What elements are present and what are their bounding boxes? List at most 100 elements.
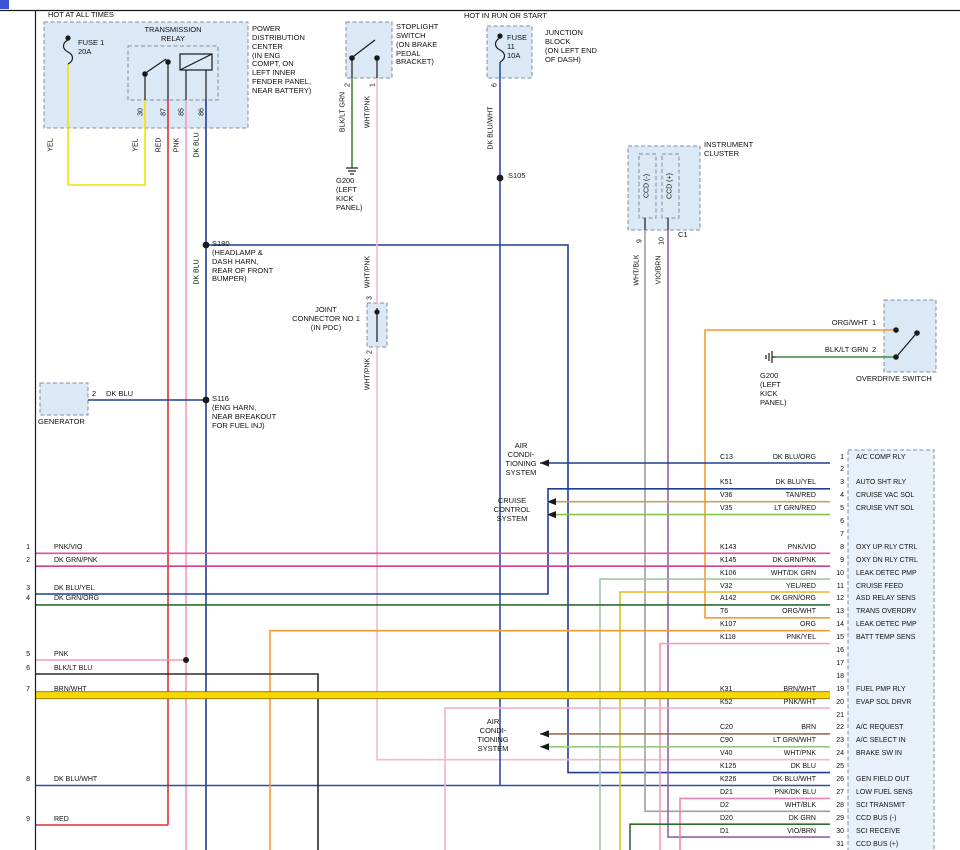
ground-g200-left-label: G200 (LEFT KICK PANEL) bbox=[336, 177, 363, 212]
pcm-row-label: SCI RECEIVE bbox=[856, 828, 900, 835]
pcm-pin-number: 25 bbox=[818, 763, 844, 770]
wire-label-viobrn: VIO/BRN bbox=[656, 256, 663, 285]
wire-label-dkblu-a: DK BLU bbox=[194, 132, 201, 157]
pcm-row-wire-color: DK BLU/WHT bbox=[736, 776, 816, 783]
relay-pin-85: 85 bbox=[179, 108, 186, 116]
pcm-pin-number: 13 bbox=[818, 608, 844, 615]
pcm-row-label: A/C SELECT IN bbox=[856, 737, 906, 744]
cruise-system-label: CRUISE CONTROL SYSTEM bbox=[490, 497, 534, 524]
wire-blkltblu bbox=[36, 674, 318, 850]
wire-label-red: RED bbox=[156, 138, 163, 153]
pcm-row-label: GEN FIELD OUT bbox=[856, 776, 910, 783]
pcm-row-label: ASD RELAY SENS bbox=[856, 595, 916, 602]
pcm-pin-number: 15 bbox=[818, 634, 844, 641]
pcm-row-circuit: D1 bbox=[720, 828, 729, 835]
joint-connector-title: JOINT CONNECTOR NO 1 (IN PDC) bbox=[288, 306, 364, 333]
wire-row3 bbox=[36, 489, 830, 594]
generator-box bbox=[40, 383, 88, 415]
pcm-row-label: OXY UP RLY CTRL bbox=[856, 544, 917, 551]
relay-pin-86: 86 bbox=[199, 108, 206, 116]
pcm-pin-number: 24 bbox=[818, 750, 844, 757]
pcm-row-label: OXY DN RLY CTRL bbox=[856, 557, 918, 564]
pcm-row-wire-color: TAN/RED bbox=[736, 492, 816, 499]
junction-pin-6: 6 bbox=[492, 83, 499, 87]
generator-label: GENERATOR bbox=[38, 418, 85, 427]
pcm-row-wire-color: DK GRN/PNK bbox=[736, 557, 816, 564]
pcm-pin-number: 4 bbox=[818, 492, 844, 499]
pcm-pin-number: 6 bbox=[818, 518, 844, 525]
stoplight-switch-box bbox=[346, 22, 392, 78]
pcm-pin-number: 8 bbox=[818, 544, 844, 551]
junction-block-title: JUNCTION BLOCK (ON LEFT END OF DASH) bbox=[545, 29, 597, 64]
wire-row10 bbox=[600, 579, 830, 850]
stoplight-pin-2: 2 bbox=[345, 83, 352, 87]
pcm-pin-number: 27 bbox=[818, 789, 844, 796]
pcm-row-label: BRAKE SW IN bbox=[856, 750, 902, 757]
wire-label-whtpnk-c: WHT/PNK bbox=[365, 358, 372, 390]
pcm-row-circuit: C90 bbox=[720, 737, 733, 744]
hot-at-all-times-label: HOT AT ALL TIMES bbox=[48, 11, 114, 20]
pcm-row-circuit: K118 bbox=[720, 634, 736, 641]
pcm-row-circuit: V32 bbox=[720, 583, 732, 590]
splice-s180-dot bbox=[203, 242, 209, 248]
pcm-pin-number: 31 bbox=[818, 841, 844, 848]
joint-pin-3: 3 bbox=[367, 296, 374, 300]
left-wire-number: 8 bbox=[18, 776, 30, 783]
fuse1-terminal-dot bbox=[66, 36, 70, 40]
left-wire-number: 2 bbox=[18, 557, 30, 564]
pcm-row-label: CRUISE VNT SOL bbox=[856, 505, 914, 512]
stoplight-pin-1: 1 bbox=[370, 83, 377, 87]
pcm-pin-number: 20 bbox=[818, 699, 844, 706]
pcm-pin-number: 29 bbox=[818, 815, 844, 822]
left-wire-label: DK GRN/PNK bbox=[54, 557, 98, 564]
left-wire-number: 5 bbox=[18, 651, 30, 658]
pcm-row-circuit: D20 bbox=[720, 815, 733, 822]
ac-arrow-3 bbox=[540, 743, 549, 750]
pcm-row-circuit: D2 bbox=[720, 802, 729, 809]
splice-s116-label: S116 (ENG HARN, NEAR BREAKOUT FOR FUEL I… bbox=[212, 395, 276, 430]
pcm-row-wire-color: BRN bbox=[736, 724, 816, 731]
splice-s105-dot bbox=[497, 175, 503, 181]
pcm-row-wire-color: BRN/WHT bbox=[736, 686, 816, 693]
overdrive-pin1: 1 bbox=[872, 319, 876, 328]
pcm-row-circuit: V35 bbox=[720, 505, 732, 512]
left-wire-label: DK BLU/WHT bbox=[54, 776, 97, 783]
pcm-pin-number: 5 bbox=[818, 505, 844, 512]
ac-arrow-2 bbox=[540, 730, 549, 737]
pcm-row-label: TRANS OVERDRV bbox=[856, 608, 916, 615]
pcm-pin-number: 12 bbox=[818, 595, 844, 602]
corner-marker bbox=[0, 0, 9, 9]
pcm-row-label: FUEL PMP RLY bbox=[856, 686, 906, 693]
pcm-row-wire-color: DK BLU/ORG bbox=[736, 454, 816, 461]
overdrive-pin2: 2 bbox=[872, 346, 876, 355]
overdrive-wire2-label: BLK/LT GRN bbox=[814, 346, 868, 355]
pcm-row-circuit: K31 bbox=[720, 686, 732, 693]
pcm-pin-number: 2 bbox=[818, 466, 844, 473]
left-wire-number: 4 bbox=[18, 595, 30, 602]
pcm-pin-number: 26 bbox=[818, 776, 844, 783]
pcm-row-label: AUTO SHT RLY bbox=[856, 479, 906, 486]
pcm-row-wire-color: ORG bbox=[736, 621, 816, 628]
pcm-row-wire-color: WHT/BLK bbox=[736, 802, 816, 809]
pcm-row-circuit: D21 bbox=[720, 789, 733, 796]
pcm-pin-number: 30 bbox=[818, 828, 844, 835]
cluster-pin-9: 9 bbox=[637, 239, 644, 243]
pcm-row-circuit: K145 bbox=[720, 557, 736, 564]
pcm-pin-number: 17 bbox=[818, 660, 844, 667]
pcm-row-wire-color: LT GRN/RED bbox=[736, 505, 816, 512]
pcm-row-label: CRUISE FEED bbox=[856, 583, 903, 590]
pcm-row-circuit: K52 bbox=[720, 699, 732, 706]
wire-label-whtpnk-a: WHT/PNK bbox=[365, 96, 372, 128]
relay-pin-87: 87 bbox=[161, 108, 168, 116]
wire-label-yel-a: YEL bbox=[48, 138, 55, 151]
ac-arrow-1 bbox=[540, 459, 549, 466]
pcm-row-wire-color: DK BLU/YEL bbox=[736, 479, 816, 486]
pcm-row-wire-color: WHT/PNK bbox=[736, 750, 816, 757]
pcm-row-label: BATT TEMP SENS bbox=[856, 634, 915, 641]
wiring-diagram-page: HOT AT ALL TIMES POWER DISTRIBUTION CENT… bbox=[0, 0, 960, 850]
pcm-row-wire-color: VIO/BRN bbox=[736, 828, 816, 835]
pdc-title: POWER DISTRIBUTION CENTER (IN ENG COMPT,… bbox=[252, 25, 311, 96]
pcm-pin-number: 22 bbox=[818, 724, 844, 731]
pcm-row-wire-color: ORG/WHT bbox=[736, 608, 816, 615]
ccd-plus-label: CCD (+) bbox=[667, 173, 674, 199]
